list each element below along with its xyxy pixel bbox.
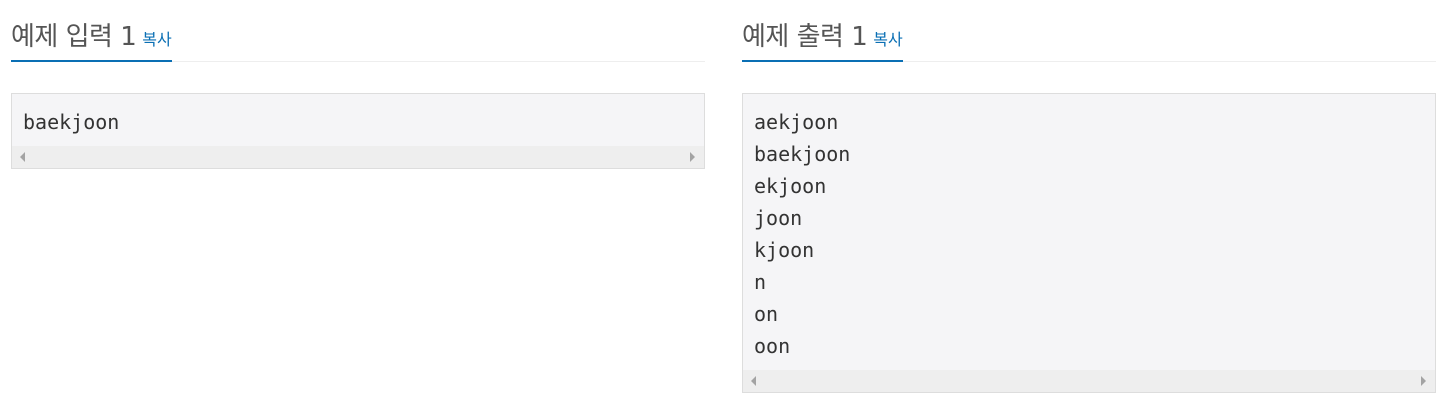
sample-output-copy-button[interactable]: 복사 <box>873 30 902 49</box>
code-line: kjoon <box>754 238 815 262</box>
sample-input-code: baekjoon <box>12 94 704 138</box>
sample-input-copy-button[interactable]: 복사 <box>142 30 171 49</box>
scroll-right-arrow-icon[interactable] <box>690 152 695 162</box>
scroll-left-arrow-icon[interactable] <box>20 152 25 162</box>
code-line: joon <box>754 206 803 230</box>
sample-input-headline-underline: 예제 입력 1 복사 <box>11 0 172 62</box>
sample-input-section: 예제 입력 1 복사 baekjoon <box>11 0 705 169</box>
code-line: baekjoon <box>754 142 851 166</box>
sample-output-title: 예제 출력 1 <box>742 22 868 52</box>
sample-input-title: 예제 입력 1 <box>11 22 137 52</box>
sample-output-code-box: aekjoon baekjoon ekjoon joon kjoon n on … <box>742 93 1436 393</box>
code-line: baekjoon <box>23 110 120 134</box>
scroll-left-arrow-icon[interactable] <box>751 376 756 386</box>
sample-output-section: 예제 출력 1 복사 aekjoon baekjoon ekjoon joon k… <box>742 0 1436 393</box>
code-line: on <box>754 302 779 326</box>
code-line: n <box>754 270 767 294</box>
sample-input-code-box: baekjoon <box>11 93 705 169</box>
sample-output-horizontal-scrollbar[interactable] <box>743 370 1435 392</box>
code-line: oon <box>754 334 791 358</box>
scroll-right-arrow-icon[interactable] <box>1421 376 1426 386</box>
sample-output-code: aekjoon baekjoon ekjoon joon kjoon n on … <box>743 94 1435 362</box>
sample-input-headline: 예제 입력 1 복사 <box>11 0 705 62</box>
sample-output-headline-underline: 예제 출력 1 복사 <box>742 0 903 62</box>
code-line: aekjoon <box>754 110 839 134</box>
code-line: ekjoon <box>754 174 827 198</box>
sample-input-horizontal-scrollbar[interactable] <box>12 146 704 168</box>
sample-output-headline: 예제 출력 1 복사 <box>742 0 1436 62</box>
